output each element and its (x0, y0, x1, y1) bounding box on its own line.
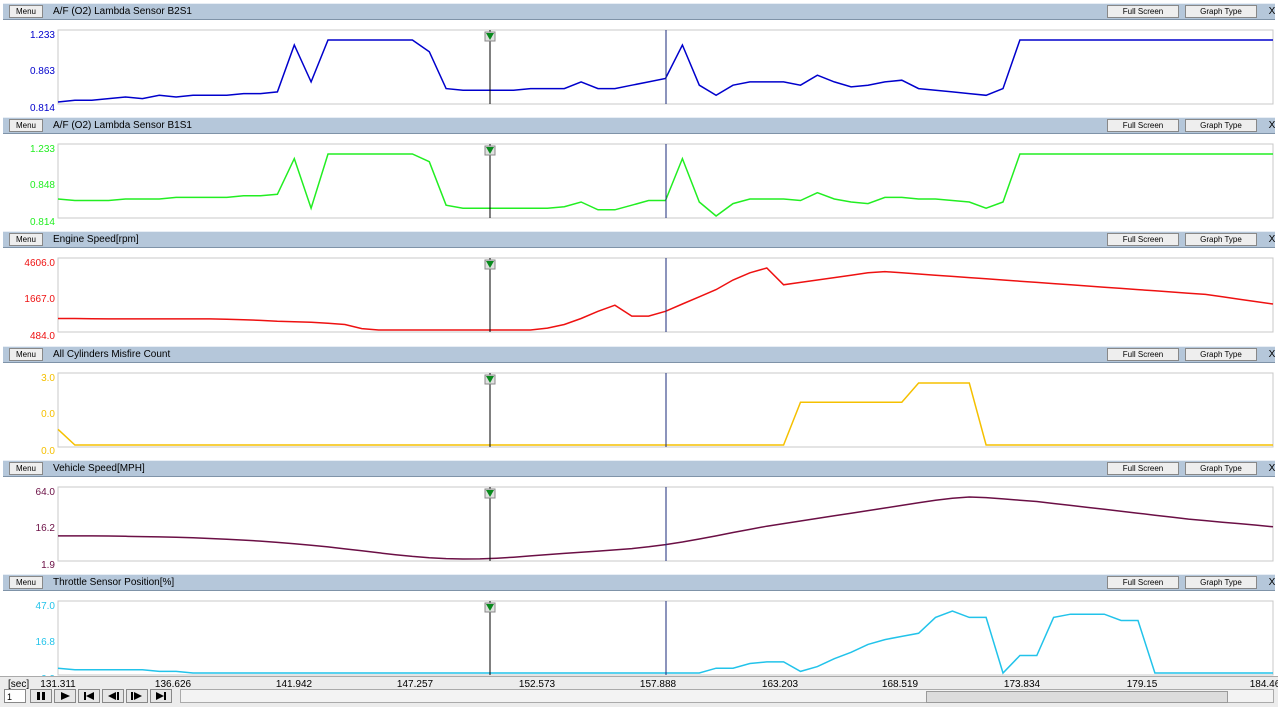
panel-title-bar: Menu Throttle Sensor Position[%] Full Sc… (3, 574, 1275, 591)
timeline-scroll-thumb[interactable] (926, 691, 1228, 703)
plot-area[interactable]: 4606.0 1667.0 484.0 (0, 248, 1278, 345)
menu-button[interactable]: Menu (9, 462, 43, 475)
panel-title-bar: Menu A/F (O2) Lambda Sensor B1S1 Full Sc… (3, 117, 1275, 134)
y-tick-label: 1.233 (30, 30, 55, 41)
full-screen-button[interactable]: Full Screen (1107, 5, 1179, 18)
full-screen-button[interactable]: Full Screen (1107, 233, 1179, 246)
close-panel-button[interactable]: X (1265, 575, 1278, 590)
play-button[interactable] (54, 689, 76, 703)
graph-type-button[interactable]: Graph Type (1185, 576, 1257, 589)
panel-title-bar: Menu Vehicle Speed[MPH] Full Screen Grap… (3, 460, 1275, 477)
graph-type-button[interactable]: Graph Type (1185, 462, 1257, 475)
y-tick-label: 0.863 (30, 66, 55, 77)
speed-spinner[interactable]: 1 (4, 689, 26, 703)
y-tick-label: 4606.0 (24, 258, 55, 269)
y-tick-label: 0.0 (41, 446, 55, 457)
y-tick-label: 0.814 (30, 217, 55, 228)
panel-title: A/F (O2) Lambda Sensor B2S1 (53, 6, 192, 17)
y-tick-label: 1.9 (41, 560, 55, 571)
y-tick-label: 0.0 (41, 409, 55, 420)
menu-button[interactable]: Menu (9, 576, 43, 589)
full-screen-button[interactable]: Full Screen (1107, 576, 1179, 589)
full-screen-button[interactable]: Full Screen (1107, 462, 1179, 475)
pause-button[interactable] (30, 689, 52, 703)
full-screen-button[interactable]: Full Screen (1107, 348, 1179, 361)
menu-button[interactable]: Menu (9, 348, 43, 361)
y-tick-label: 47.0 (36, 601, 56, 612)
close-panel-button[interactable]: X (1265, 118, 1278, 133)
y-tick-label: 0.848 (30, 180, 55, 191)
graph-type-button[interactable]: Graph Type (1185, 5, 1257, 18)
graph-type-button[interactable]: Graph Type (1185, 119, 1257, 132)
plot-area[interactable]: 1.233 0.848 0.814 (0, 134, 1278, 231)
graph-panel: Menu All Cylinders Misfire Count Full Sc… (0, 346, 1278, 460)
step-back-icon (108, 692, 119, 700)
panel-title: Vehicle Speed[MPH] (53, 463, 145, 474)
menu-button[interactable]: Menu (9, 5, 43, 18)
panel-title-bar: Menu Engine Speed[rpm] Full Screen Graph… (3, 231, 1275, 248)
close-panel-button[interactable]: X (1265, 4, 1278, 19)
graph-type-button[interactable]: Graph Type (1185, 348, 1257, 361)
skip-start-button[interactable] (78, 689, 100, 703)
y-tick-label: 16.2 (36, 523, 56, 534)
panel-title: A/F (O2) Lambda Sensor B1S1 (53, 120, 192, 131)
graph-panel: Menu A/F (O2) Lambda Sensor B1S1 Full Sc… (0, 117, 1278, 231)
graph-type-button[interactable]: Graph Type (1185, 233, 1257, 246)
close-panel-button[interactable]: X (1265, 461, 1278, 476)
y-tick-label: 64.0 (36, 487, 56, 498)
menu-button[interactable]: Menu (9, 119, 43, 132)
play-icon (61, 692, 70, 700)
y-tick-label: 16.8 (36, 637, 56, 648)
graph-panel: Menu Engine Speed[rpm] Full Screen Graph… (0, 231, 1278, 345)
y-tick-label: 3.0 (41, 373, 55, 384)
timeline-scrollbar[interactable] (180, 689, 1274, 703)
plot-area[interactable]: 3.0 0.0 0.0 (0, 363, 1278, 460)
plot-area[interactable]: 64.0 16.2 1.9 (0, 477, 1278, 574)
graph-panel: Menu A/F (O2) Lambda Sensor B2S1 Full Sc… (0, 3, 1278, 117)
plot-area[interactable]: 1.233 0.863 0.814 (0, 20, 1278, 117)
menu-button[interactable]: Menu (9, 233, 43, 246)
plot-area[interactable]: 47.016.80.0 (0, 591, 1278, 688)
step-back-button[interactable] (102, 689, 124, 703)
full-screen-button[interactable]: Full Screen (1107, 119, 1179, 132)
step-forward-button[interactable] (126, 689, 148, 703)
panel-title: All Cylinders Misfire Count (53, 349, 171, 360)
y-tick-label: 1667.0 (24, 294, 55, 305)
step-forward-icon (131, 692, 142, 700)
y-tick-label: 0.814 (30, 103, 55, 114)
panel-title: Engine Speed[rpm] (53, 234, 139, 245)
timeline-bar: [sec] 131.311 136.626 141.942 147.257 152.57… (0, 676, 1278, 707)
panel-title: Throttle Sensor Position[%] (53, 577, 175, 588)
pause-icon (37, 692, 45, 700)
graph-panel: Menu Vehicle Speed[MPH] Full Screen Grap… (0, 460, 1278, 574)
close-panel-button[interactable]: X (1265, 347, 1278, 362)
panel-title-bar: Menu A/F (O2) Lambda Sensor B2S1 Full Sc… (3, 3, 1275, 20)
skip-start-icon (84, 692, 94, 700)
panel-title-bar: Menu All Cylinders Misfire Count Full Sc… (3, 346, 1275, 363)
skip-end-button[interactable] (150, 689, 172, 703)
y-tick-label: 484.0 (30, 331, 55, 342)
y-tick-label: 1.233 (30, 144, 55, 155)
close-panel-button[interactable]: X (1265, 232, 1278, 247)
skip-end-icon (156, 692, 166, 700)
graph-panel: Menu Throttle Sensor Position[%] Full Sc… (0, 574, 1278, 688)
